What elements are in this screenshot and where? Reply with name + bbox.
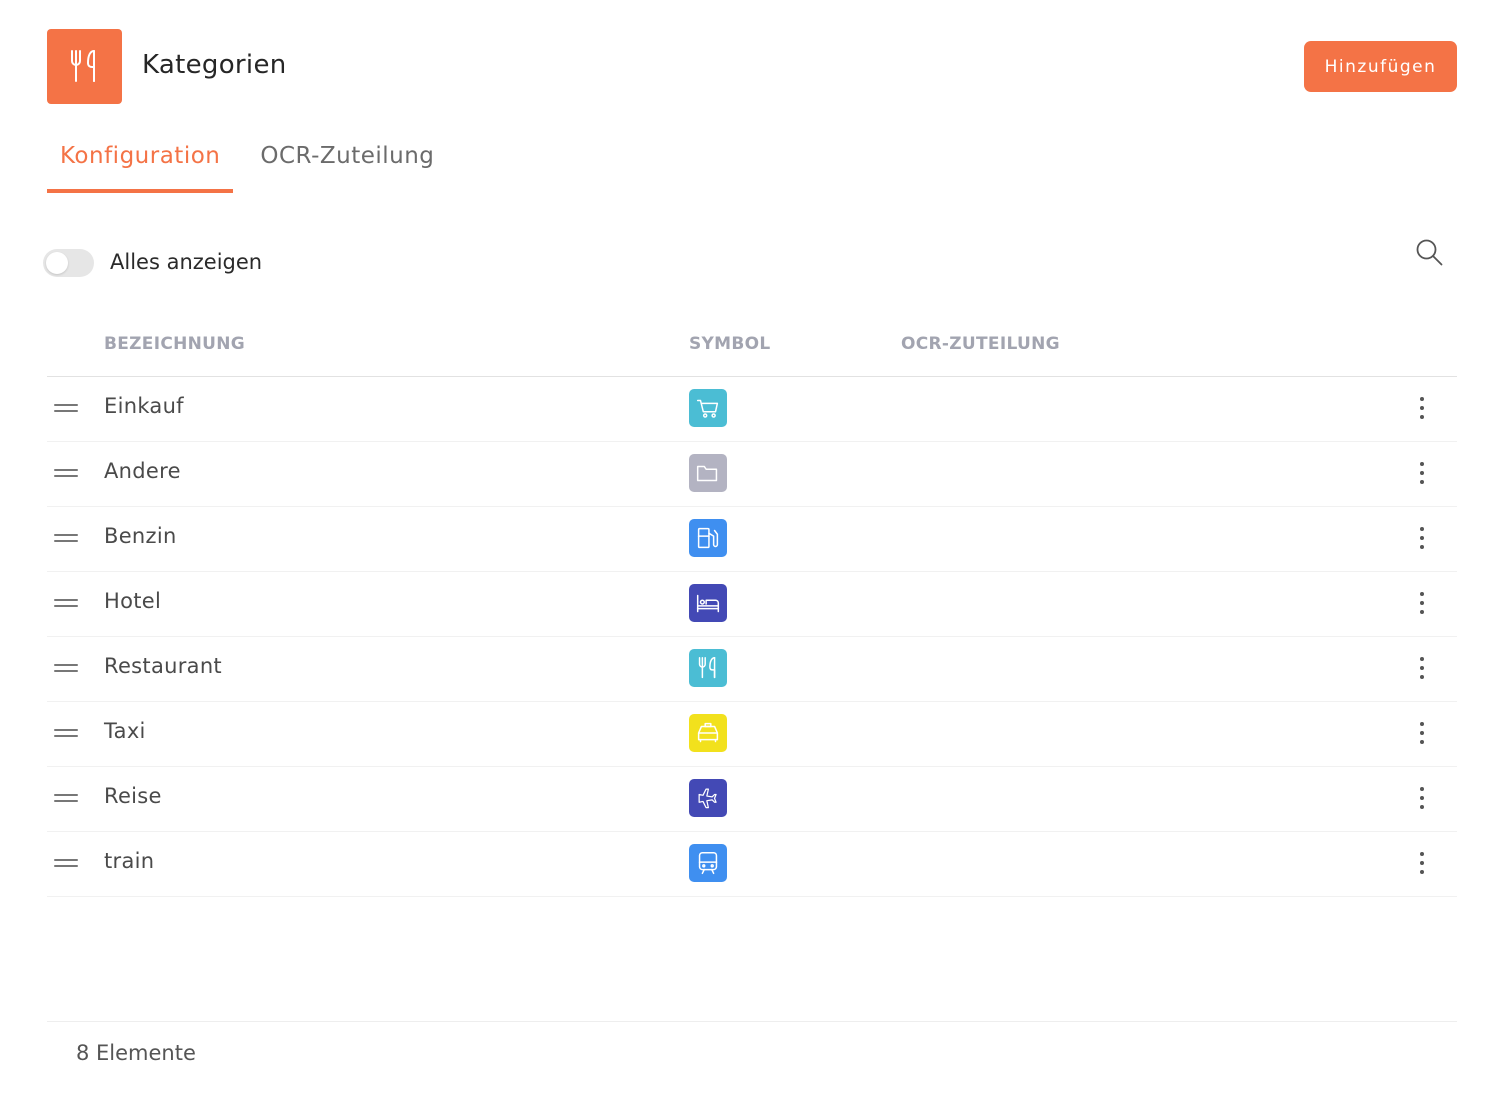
dot xyxy=(1420,852,1424,856)
dot xyxy=(1420,462,1424,466)
dot xyxy=(1420,861,1424,865)
drag-handle-icon[interactable] xyxy=(54,791,78,805)
dot xyxy=(1420,740,1424,744)
fork-knife-icon xyxy=(689,649,727,687)
dot xyxy=(1420,610,1424,614)
dot xyxy=(1420,545,1424,549)
drag-handle-icon[interactable] xyxy=(54,661,78,675)
table-row-reise[interactable]: Reise xyxy=(47,767,1457,832)
fork-knife-icon xyxy=(47,29,122,104)
dot xyxy=(1420,397,1424,401)
dot xyxy=(1420,601,1424,605)
table-row-hotel[interactable]: Hotel xyxy=(47,572,1457,637)
category-name: Taxi xyxy=(104,719,146,743)
more-options-button[interactable] xyxy=(1410,655,1434,681)
dot xyxy=(1420,870,1424,874)
table-row-restaurant[interactable]: Restaurant xyxy=(47,637,1457,702)
tab-bar: Konfiguration OCR-Zuteilung xyxy=(47,130,447,194)
drag-handle-icon[interactable] xyxy=(54,466,78,480)
table-header: BEZEICHNUNG SYMBOL OCR-ZUTEILUNG xyxy=(47,320,1457,377)
page-title: Kategorien xyxy=(142,50,287,80)
cart-icon xyxy=(689,389,727,427)
table-row-benzin[interactable]: Benzin xyxy=(47,507,1457,572)
category-name: Hotel xyxy=(104,589,162,613)
column-header-symbol[interactable]: SYMBOL xyxy=(689,334,771,354)
add-button[interactable]: Hinzufügen xyxy=(1304,41,1457,92)
dot xyxy=(1420,666,1424,670)
dot xyxy=(1420,787,1424,791)
bed-icon xyxy=(689,584,727,622)
dot xyxy=(1420,657,1424,661)
table-row-andere[interactable]: Andere xyxy=(47,442,1457,507)
taxi-icon xyxy=(689,714,727,752)
drag-handle-icon[interactable] xyxy=(54,856,78,870)
drag-handle-icon[interactable] xyxy=(54,401,78,415)
dot xyxy=(1420,415,1424,419)
categories-table: BEZEICHNUNG SYMBOL OCR-ZUTEILUNG Einkauf… xyxy=(47,320,1457,897)
more-options-button[interactable] xyxy=(1410,395,1434,421)
dot xyxy=(1420,592,1424,596)
dot xyxy=(1420,527,1424,531)
category-name: Einkauf xyxy=(104,394,184,418)
category-name: Restaurant xyxy=(104,654,222,678)
show-all-label: Alles anzeigen xyxy=(110,250,263,274)
category-name: Reise xyxy=(104,784,162,808)
toggle-knob xyxy=(46,252,68,274)
item-count: 8 Elemente xyxy=(76,1041,196,1065)
dot xyxy=(1420,796,1424,800)
folder-icon xyxy=(689,454,727,492)
search-icon[interactable] xyxy=(1414,237,1444,267)
dot xyxy=(1420,406,1424,410)
train-icon xyxy=(689,844,727,882)
categories-page: Kategorien Hinzufügen Konfiguration OCR-… xyxy=(0,0,1501,1110)
fuel-pump-icon xyxy=(689,519,727,557)
more-options-button[interactable] xyxy=(1410,590,1434,616)
table-row-taxi[interactable]: Taxi xyxy=(47,702,1457,767)
show-all-toggle[interactable] xyxy=(43,249,94,277)
drag-handle-icon[interactable] xyxy=(54,726,78,740)
table-body: Einkauf Andere Benzin Hotel Restaurant T… xyxy=(47,377,1457,897)
category-name: Benzin xyxy=(104,524,177,548)
category-name: Andere xyxy=(104,459,181,483)
dot xyxy=(1420,805,1424,809)
more-options-button[interactable] xyxy=(1410,785,1434,811)
dot xyxy=(1420,731,1424,735)
table-row-train[interactable]: train xyxy=(47,832,1457,897)
column-header-name[interactable]: BEZEICHNUNG xyxy=(104,334,245,354)
more-options-button[interactable] xyxy=(1410,720,1434,746)
table-row-einkauf[interactable]: Einkauf xyxy=(47,377,1457,442)
dot xyxy=(1420,471,1424,475)
tab-ocr-zuteilung[interactable]: OCR-Zuteilung xyxy=(247,130,447,190)
dot xyxy=(1420,480,1424,484)
category-name: train xyxy=(104,849,155,873)
dot xyxy=(1420,722,1424,726)
drag-handle-icon[interactable] xyxy=(54,531,78,545)
drag-handle-icon[interactable] xyxy=(54,596,78,610)
column-header-ocr[interactable]: OCR-ZUTEILUNG xyxy=(901,334,1060,354)
more-options-button[interactable] xyxy=(1410,525,1434,551)
more-options-button[interactable] xyxy=(1410,850,1434,876)
dot xyxy=(1420,536,1424,540)
footer-divider xyxy=(47,1021,1457,1022)
dot xyxy=(1420,675,1424,679)
more-options-button[interactable] xyxy=(1410,460,1434,486)
airplane-icon xyxy=(689,779,727,817)
tab-konfiguration[interactable]: Konfiguration xyxy=(47,130,234,193)
